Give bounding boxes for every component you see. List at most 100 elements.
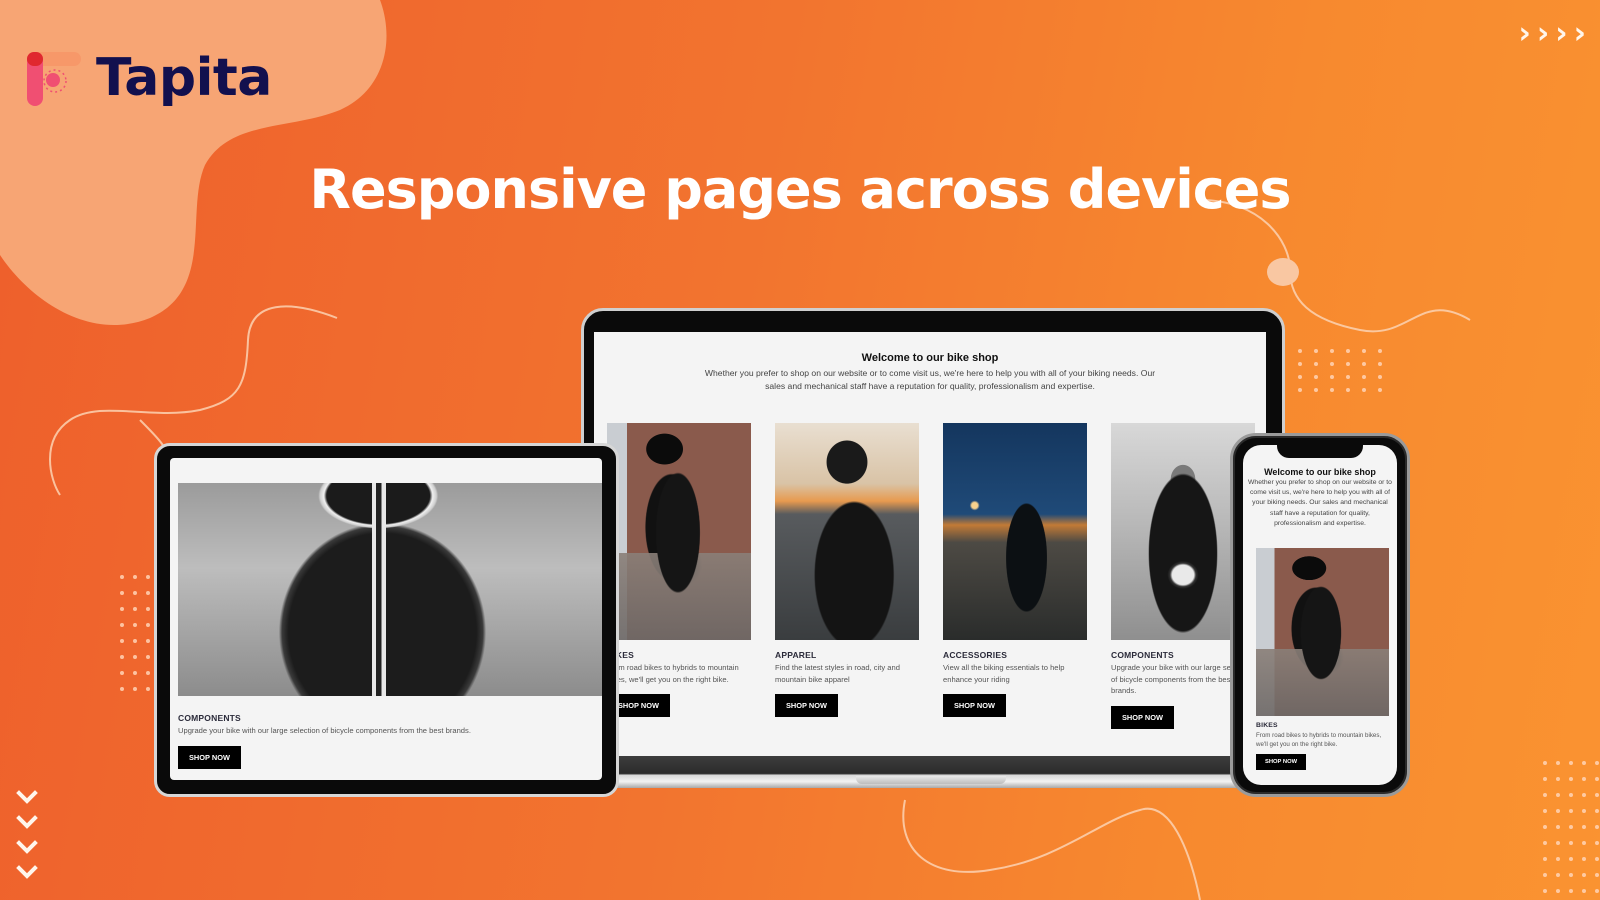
shop-now-button[interactable]: SHOP NOW [1256,754,1307,770]
dot [120,687,124,691]
dot [146,607,150,611]
chevron-right-icon: › [1518,16,1531,51]
laptop-hinge-notch [856,776,1006,784]
dot [1543,793,1547,797]
dot [1543,841,1547,845]
dot [1543,777,1547,781]
dot [1582,793,1586,797]
shop-description: Whether you prefer to shop on our websit… [704,368,1156,391]
dot [1362,375,1366,379]
dot [1556,873,1560,877]
dot [133,639,137,643]
phone-screen: Welcome to our bike shop Whether you pre… [1243,445,1397,785]
dot [1556,793,1560,797]
dot [133,655,137,659]
dot [1582,841,1586,845]
dot [1595,793,1599,797]
dot-grid-left [120,575,150,691]
brand-name: Tapita [96,48,272,108]
dot [1314,388,1318,392]
laptop-screen: Welcome to our bike shop Whether you pre… [594,332,1266,756]
dot [1582,825,1586,829]
category-photo [178,483,602,696]
dot [1314,349,1318,353]
dot [1362,362,1366,366]
laptop-mockup: Welcome to our bike shop Whether you pre… [575,308,1291,794]
dot [120,607,124,611]
dot [1543,889,1547,893]
dot [1569,857,1573,861]
category-description: From road bikes to hybrids to mountain b… [1256,732,1382,748]
dot [1582,873,1586,877]
dot [1595,825,1599,829]
dot [146,591,150,595]
dot [133,607,137,611]
dot [1595,761,1599,765]
category-grid: BIKES From road bikes to hybrids to moun… [607,423,1255,729]
dot [1556,825,1560,829]
shop-now-button[interactable]: SHOP NOW [943,694,1006,717]
dot [1346,375,1350,379]
category-photo [775,423,919,640]
dot [1346,388,1350,392]
dot [1330,349,1334,353]
dot [1378,375,1382,379]
dot [1569,825,1573,829]
dot [1543,873,1547,877]
chevrons-down-icon [16,790,38,890]
dot [1330,388,1334,392]
chevron-right-icon: › [1573,16,1586,51]
dot [1569,809,1573,813]
dot [120,639,124,643]
dot [133,575,137,579]
tablet-mockup: COMPONENTS Upgrade your bike with our la… [154,443,619,797]
phone-notch [1277,445,1363,458]
dot [1569,761,1573,765]
dot [120,655,124,659]
chevron-down-stack-icon [16,790,38,879]
shop-now-button[interactable]: SHOP NOW [178,745,241,769]
dot [1569,841,1573,845]
dot [120,591,124,595]
dot-grid-bottom-right [1543,761,1599,893]
category-title: BIKES [1256,722,1278,729]
category-photo [1256,548,1389,716]
category-description: Find the latest styles in road, city and… [775,663,900,684]
chevrons-right-icon: › › › › [1519,16,1587,51]
category-description: From road bikes to hybrids to mountain b… [607,663,739,684]
dot [120,575,124,579]
phone-mockup: Welcome to our bike shop Whether you pre… [1230,433,1410,797]
shop-title: Welcome to our bike shop [1264,467,1376,477]
dot [1582,809,1586,813]
dot [146,623,150,627]
dot [1314,375,1318,379]
shop-now-button[interactable]: SHOP NOW [775,694,838,717]
tapita-logo-mark-icon [27,52,81,106]
dot [1543,825,1547,829]
shop-now-button[interactable]: SHOP NOW [1111,705,1174,729]
shop-description: Whether you prefer to shop on our websit… [1248,479,1392,527]
dot [1595,777,1599,781]
category-photo [607,423,751,640]
category-card-bikes: BIKES From road bikes to hybrids to moun… [1256,718,1390,770]
dot [1569,889,1573,893]
dot [1595,889,1599,893]
shop-title: Welcome to our bike shop [861,352,999,364]
dot [1582,761,1586,765]
category-title: BIKES [607,650,634,660]
dot [1378,349,1382,353]
category-card-apparel: APPAREL Find the latest styles in road, … [775,423,919,729]
dot [1582,889,1586,893]
dot [133,671,137,675]
dot [1298,349,1302,353]
dot [1569,873,1573,877]
dot [1378,388,1382,392]
dot [1543,809,1547,813]
dot [1556,761,1560,765]
dot [1330,375,1334,379]
dot [1595,809,1599,813]
category-title: APPAREL [775,650,817,660]
dot [1298,375,1302,379]
dot [133,623,137,627]
dot [1569,777,1573,781]
